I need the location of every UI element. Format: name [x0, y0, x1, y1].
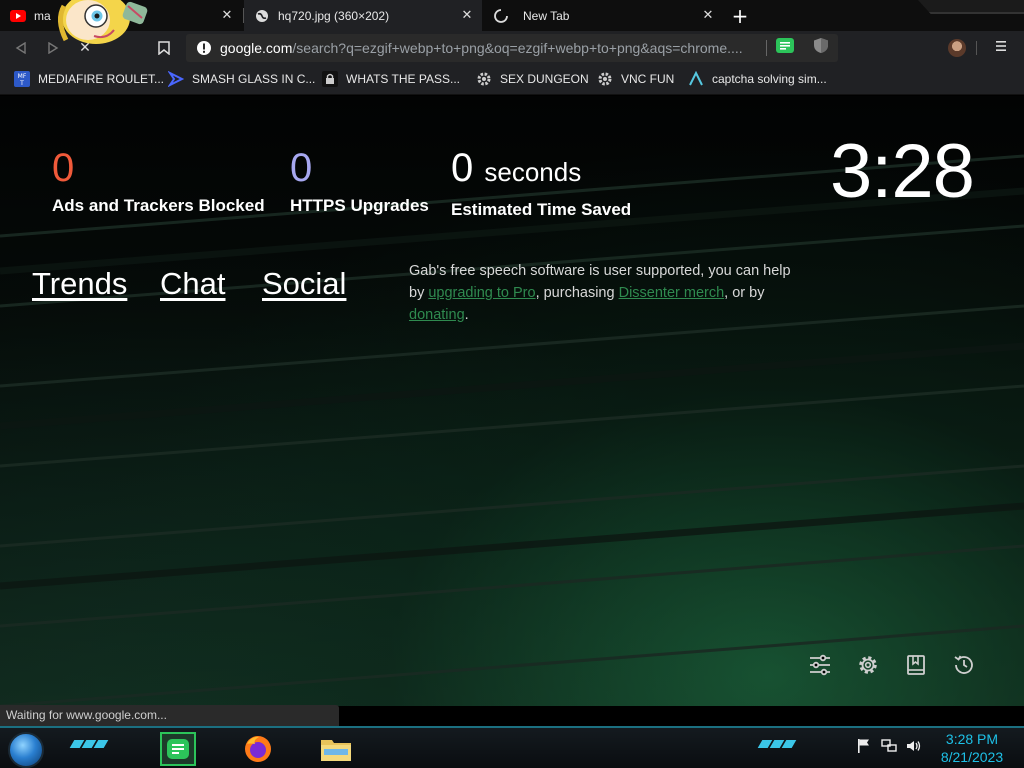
smash-icon [168, 71, 184, 87]
taskbar-app-firefox[interactable] [240, 732, 276, 766]
stat-unit: seconds [484, 157, 582, 187]
mascot-sticker [58, 0, 148, 44]
flag-icon[interactable] [856, 738, 872, 754]
stat-value: 0 [451, 146, 474, 190]
gear-icon [597, 71, 613, 87]
stat-value-row: 0 seconds [451, 146, 631, 194]
url-text[interactable]: google.com/search?q=ezgif+webp+to+png&oq… [220, 40, 762, 56]
bookmark-sex-dungeon[interactable]: SEX DUNGEON [476, 71, 589, 87]
trends-link[interactable]: Trends [32, 266, 127, 302]
bookmark-captcha-solving[interactable]: captcha solving sim... [688, 71, 827, 87]
taskbar-time: 3:28 PM [945, 731, 999, 747]
tab-new-tab[interactable]: New Tab ✕ [483, 0, 723, 31]
settings-button[interactable] [856, 653, 880, 677]
tab-title: hq720.jpg (360×202) [278, 8, 390, 23]
gear-icon [859, 656, 877, 674]
taskbar-date: 8/21/2023 [940, 749, 1004, 765]
bookmark-label: SEX DUNGEON [500, 72, 589, 86]
bookmark-icon [158, 41, 170, 55]
close-icon[interactable]: ✕ [701, 8, 715, 22]
info-icon[interactable] [196, 40, 212, 56]
folder-icon [321, 740, 351, 761]
taskbar-app-chat[interactable] [160, 732, 196, 766]
dissenter-merch-link[interactable]: Dissenter merch [619, 285, 725, 301]
bookmark-label: VNC FUN [621, 72, 675, 86]
bookmark-smash-glass[interactable]: SMASH GLASS IN C... [168, 71, 315, 87]
stat-time-saved: 0 seconds Estimated Time Saved [451, 146, 631, 220]
url-host: google.com [220, 40, 293, 56]
arrow-icon [688, 71, 704, 87]
sliders-icon [810, 654, 830, 676]
taskbar-chevron-decoration [757, 740, 797, 748]
stat-https-upgrades: 0 HTTPS Upgrades [290, 146, 429, 216]
youtube-icon [10, 8, 26, 24]
svg-text:T: T [19, 80, 24, 87]
bookmark-button[interactable] [155, 39, 173, 57]
stat-value: 0 [290, 146, 313, 190]
menu-button[interactable] [994, 39, 1008, 57]
network-icon[interactable] [881, 738, 897, 754]
stat-label: Ads and Trackers Blocked [52, 196, 265, 215]
taskbar-chevron-decoration [69, 740, 109, 748]
tab-title: New Tab [523, 8, 570, 23]
bookmark-mediafire[interactable]: MF T MEDIAFIRE ROULET... [14, 71, 164, 87]
back-button[interactable] [12, 39, 30, 57]
bookmark-label: MEDIAFIRE ROULET... [38, 72, 165, 86]
stat-value: 0 [52, 146, 75, 190]
customize-button[interactable] [808, 653, 832, 677]
system-tray [856, 738, 922, 754]
window-decoration [918, 0, 1024, 14]
bookmark-label: SMASH GLASS IN C... [192, 72, 316, 86]
close-icon[interactable]: ✕ [460, 8, 474, 22]
address-bar[interactable]: google.com/search?q=ezgif+webp+to+png&oq… [186, 34, 838, 62]
clock: 3:28 [830, 129, 975, 214]
bookmarks-button[interactable] [904, 653, 928, 677]
chat-extension-icon[interactable] [776, 38, 794, 53]
toolbar-divider [976, 41, 977, 55]
start-button[interactable] [8, 732, 44, 768]
new-tab-button[interactable]: + [730, 6, 750, 26]
lock-icon [322, 71, 338, 87]
back-arrow-icon [15, 42, 26, 54]
gear-icon [476, 71, 492, 87]
stat-ads-blocked: 0 Ads and Trackers Blocked [52, 146, 265, 216]
tab-hq720[interactable]: hq720.jpg (360×202) ✕ [244, 0, 482, 31]
firefox-icon [245, 736, 271, 762]
stat-label: Estimated Time Saved [451, 200, 632, 219]
profile-avatar[interactable] [948, 39, 966, 57]
close-icon[interactable]: ✕ [220, 8, 234, 22]
mediafire-icon: MF T [14, 71, 30, 87]
status-bubble: Waiting for www.google.com... [0, 705, 339, 726]
upgrade-pro-link[interactable]: upgrading to Pro [428, 285, 535, 301]
volume-icon[interactable] [906, 738, 922, 754]
url-path: /search?q=ezgif+webp+to+png&oq=ezgif+web… [292, 40, 743, 56]
donating-link[interactable]: donating [409, 307, 465, 323]
chat-link[interactable]: Chat [160, 266, 225, 302]
globe-icon [254, 8, 270, 24]
gab-text: , purchasing [535, 285, 619, 301]
history-clock-icon [954, 655, 973, 674]
gab-text: . [464, 307, 469, 323]
gab-text: , or by [724, 285, 765, 301]
bookmark-whats-the-pass[interactable]: WHATS THE PASS... [322, 71, 460, 87]
shield-icon[interactable] [813, 37, 829, 54]
bookmarks-book-icon [907, 655, 925, 675]
new-tab-page: 0 Ads and Trackers Blocked 0 HTTPS Upgra… [0, 96, 1024, 706]
taskbar-app-file-explorer[interactable] [318, 732, 354, 766]
bookmark-vnc-fun[interactable]: VNC FUN [597, 71, 674, 87]
taskbar-clock[interactable]: 3:28 PM 8/21/2023 [930, 730, 1014, 766]
hamburger-menu-icon [996, 41, 1006, 51]
svg-text:MF: MF [18, 73, 27, 80]
bookmark-label: captcha solving sim... [712, 72, 827, 86]
chat-app-icon [167, 739, 189, 759]
taskbar: 3:28 PM 8/21/2023 [0, 726, 1024, 768]
bookmarks-bar: MF T MEDIAFIRE ROULET... SMASH GLASS IN C… [0, 64, 1024, 95]
loading-icon [493, 8, 509, 24]
gab-support-message: Gab's free speech software is user suppo… [409, 260, 809, 326]
bookmark-label: WHATS THE PASS... [346, 72, 461, 86]
omnibox-divider [766, 40, 767, 56]
social-link[interactable]: Social [262, 266, 346, 302]
history-button[interactable] [952, 653, 976, 677]
stat-label: HTTPS Upgrades [290, 196, 429, 215]
